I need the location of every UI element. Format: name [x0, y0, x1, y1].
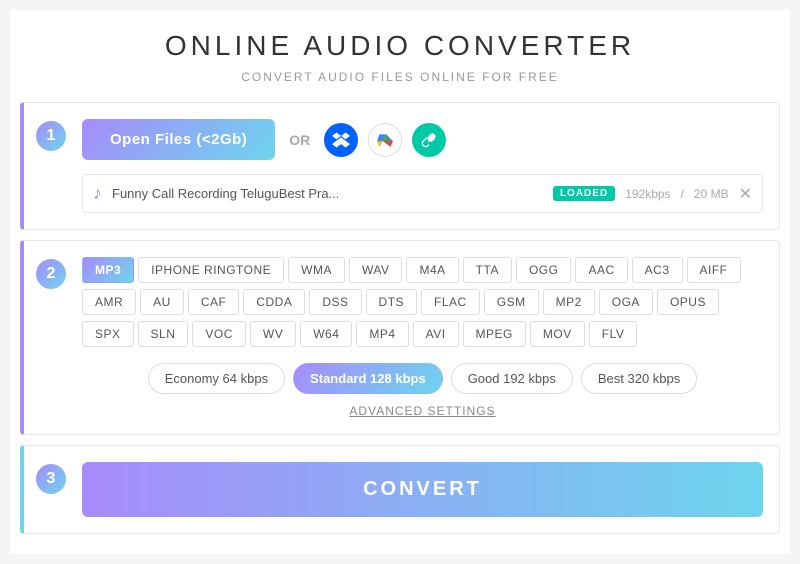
step-number-3: 3: [36, 464, 66, 494]
page-subtitle: CONVERT AUDIO FILES ONLINE FOR FREE: [20, 70, 780, 84]
format-btn-ogg[interactable]: OGG: [516, 257, 572, 283]
dropbox-icon[interactable]: [324, 123, 358, 157]
file-audio-icon: ♪: [93, 183, 102, 204]
format-btn-wma[interactable]: WMA: [288, 257, 345, 283]
format-btn-flac[interactable]: FLAC: [421, 289, 480, 315]
format-btn-aac[interactable]: AAC: [575, 257, 627, 283]
format-btn-tta[interactable]: TTA: [463, 257, 512, 283]
step-number-2: 2: [36, 259, 66, 289]
format-btn-iphone-ringtone[interactable]: IPHONE RINGTONE: [138, 257, 284, 283]
format-btn-opus[interactable]: OPUS: [657, 289, 719, 315]
or-label: OR: [289, 132, 310, 148]
google-drive-icon[interactable]: [368, 123, 402, 157]
format-btn-cdda[interactable]: CDDA: [243, 289, 305, 315]
format-btn-ac3[interactable]: AC3: [632, 257, 683, 283]
format-btn-oga[interactable]: OGA: [599, 289, 653, 315]
format-btn-gsm[interactable]: GSM: [484, 289, 539, 315]
file-size: 20 MB: [694, 187, 729, 201]
format-btn-voc[interactable]: VOC: [192, 321, 246, 347]
quality-row: Economy 64 kbps Standard 128 kbps Good 192…: [82, 363, 763, 394]
format-btn-w64[interactable]: W64: [300, 321, 352, 347]
format-btn-mov[interactable]: MOV: [530, 321, 585, 347]
format-btn-dts[interactable]: DTS: [366, 289, 418, 315]
format-btn-spx[interactable]: SPX: [82, 321, 134, 347]
convert-button[interactable]: CONVERT: [82, 462, 763, 517]
link-icon[interactable]: [412, 123, 446, 157]
format-btn-sln[interactable]: SLN: [138, 321, 189, 347]
format-btn-mpeg[interactable]: MPEG: [463, 321, 526, 347]
step-3-content: CONVERT: [82, 462, 763, 517]
cloud-icons-group: [324, 123, 446, 157]
main-container: ONLINE AUDIO CONVERTER CONVERT AUDIO FIL…: [10, 10, 790, 554]
advanced-settings-link[interactable]: ADVANCED SETTINGS: [82, 404, 763, 418]
format-btn-au[interactable]: AU: [140, 289, 184, 315]
quality-btn-standard-128-kbps[interactable]: Standard 128 kbps: [293, 363, 443, 394]
step-1: 1 Open Files (<2Gb) OR: [20, 102, 780, 230]
format-grid: MP3IPHONE RINGTONEWMAWAVM4ATTAOGGAACAC3A…: [82, 257, 763, 347]
step-2: 2 MP3IPHONE RINGTONEWMAWAVM4ATTAOGGAACAC…: [20, 240, 780, 435]
format-btn-flv[interactable]: FLV: [589, 321, 638, 347]
step-2-content: MP3IPHONE RINGTONEWMAWAVM4ATTAOGGAACAC3A…: [82, 257, 763, 418]
page-title: ONLINE AUDIO CONVERTER: [20, 30, 780, 62]
format-btn-aiff[interactable]: AIFF: [687, 257, 741, 283]
step-1-content: Open Files (<2Gb) OR ♪ Funny Cal: [82, 119, 763, 213]
file-close-button[interactable]: ✕: [739, 184, 752, 204]
loaded-badge: LOADED: [553, 186, 615, 201]
format-btn-avi[interactable]: AVI: [413, 321, 459, 347]
format-btn-wav[interactable]: WAV: [349, 257, 403, 283]
open-files-row: Open Files (<2Gb) OR: [82, 119, 763, 160]
format-btn-dss[interactable]: DSS: [309, 289, 361, 315]
format-btn-caf[interactable]: CAF: [188, 289, 240, 315]
quality-btn-good-192-kbps[interactable]: Good 192 kbps: [451, 363, 573, 394]
format-btn-amr[interactable]: AMR: [82, 289, 136, 315]
format-btn-mp2[interactable]: MP2: [543, 289, 595, 315]
step-number-1: 1: [36, 121, 66, 151]
open-files-button[interactable]: Open Files (<2Gb): [82, 119, 275, 160]
file-separator: /: [681, 187, 684, 201]
file-bitrate: 192kbps: [625, 187, 670, 201]
format-btn-mp3[interactable]: MP3: [82, 257, 134, 283]
format-btn-mp4[interactable]: MP4: [356, 321, 408, 347]
quality-btn-best-320-kbps[interactable]: Best 320 kbps: [581, 363, 697, 394]
file-row: ♪ Funny Call Recording TeluguBest Pra...…: [82, 174, 763, 213]
format-btn-wv[interactable]: WV: [250, 321, 296, 347]
format-btn-m4a[interactable]: M4A: [406, 257, 458, 283]
file-name: Funny Call Recording TeluguBest Pra...: [112, 186, 543, 201]
quality-btn-economy-64-kbps[interactable]: Economy 64 kbps: [148, 363, 285, 394]
